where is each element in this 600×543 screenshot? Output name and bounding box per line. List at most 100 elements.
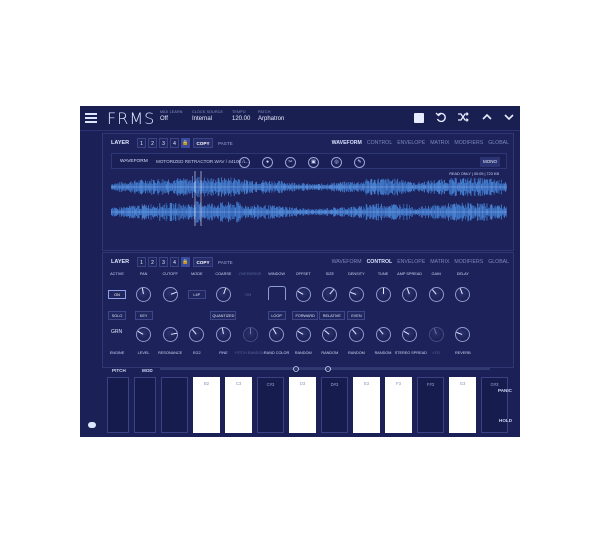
solo-button[interactable]: SOLO bbox=[108, 311, 126, 320]
knob[interactable] bbox=[348, 327, 364, 342]
record-icon[interactable]: ● bbox=[262, 157, 273, 168]
control-label: WINDOW bbox=[268, 272, 285, 276]
midi-learn-field[interactable]: MIDI LEARN Off bbox=[160, 110, 183, 122]
knob[interactable] bbox=[322, 327, 338, 342]
scissors-icon[interactable]: ✂ bbox=[285, 157, 296, 168]
knob[interactable] bbox=[215, 327, 231, 342]
knob[interactable] bbox=[455, 287, 471, 302]
forward-button[interactable]: FORWARD bbox=[292, 311, 319, 320]
relative-button[interactable]: RELATIVE bbox=[318, 311, 345, 320]
piano-key[interactable]: C#3 bbox=[257, 377, 284, 433]
panic-button[interactable]: PANIC bbox=[498, 388, 512, 393]
piano-key[interactable]: C3 bbox=[225, 377, 252, 433]
loop-button[interactable]: LOOP bbox=[267, 311, 286, 320]
chevron-down-icon[interactable] bbox=[502, 111, 516, 125]
paste-button[interactable]: PASTE bbox=[218, 260, 233, 265]
tab-modifiers[interactable]: MODIFIERS bbox=[454, 140, 483, 146]
knob[interactable] bbox=[242, 327, 258, 342]
tab-waveform[interactable]: WAVEFORM bbox=[332, 140, 362, 146]
knob[interactable] bbox=[322, 287, 338, 302]
piano-key[interactable]: F#3 bbox=[417, 377, 444, 433]
layer-3-button[interactable]: 3 bbox=[159, 138, 168, 148]
copy-button[interactable]: COPY bbox=[193, 138, 213, 148]
tab-global[interactable]: GLOBAL bbox=[488, 140, 509, 146]
stop-icon[interactable] bbox=[414, 113, 424, 123]
knob[interactable] bbox=[215, 287, 231, 302]
pitch-wheel[interactable] bbox=[107, 377, 129, 433]
window-shape-icon[interactable] bbox=[267, 286, 286, 300]
layer-2-button[interactable]: 2 bbox=[148, 257, 157, 267]
knob[interactable] bbox=[162, 287, 178, 302]
patch-field[interactable]: PATCH Arphatron bbox=[258, 110, 284, 122]
lock-icon[interactable]: 🔒 bbox=[181, 257, 190, 267]
tab-global[interactable]: GLOBAL bbox=[488, 259, 509, 265]
tab-matrix[interactable]: MATRIX bbox=[430, 140, 449, 146]
mode-button[interactable]: L4P bbox=[187, 290, 206, 299]
knob[interactable] bbox=[162, 327, 178, 342]
knob[interactable] bbox=[189, 327, 205, 342]
even-button[interactable]: EVEN bbox=[347, 311, 366, 320]
knob[interactable] bbox=[136, 327, 152, 342]
paste-button[interactable]: PASTE bbox=[218, 141, 233, 146]
layer-4-button[interactable]: 4 bbox=[170, 257, 179, 267]
mono-button[interactable]: MONO bbox=[480, 157, 500, 167]
waveform-file[interactable]: MOTORIZED RETRACTOR.WAV / 44100 / ... bbox=[156, 159, 249, 164]
piano-key[interactable]: B2 bbox=[193, 377, 220, 433]
tab-waveform[interactable]: WAVEFORM bbox=[332, 259, 362, 265]
knob[interactable] bbox=[269, 327, 285, 342]
knob[interactable] bbox=[375, 327, 391, 342]
knob[interactable] bbox=[375, 287, 391, 302]
globe-icon[interactable]: ◎ bbox=[331, 157, 342, 168]
layer-3-button[interactable]: 3 bbox=[159, 257, 168, 267]
waveform-display[interactable] bbox=[111, 171, 507, 226]
engine-value[interactable]: GRN bbox=[111, 329, 122, 335]
tab-control[interactable]: CONTROL bbox=[367, 140, 392, 146]
layer-1-button[interactable]: 1 bbox=[137, 257, 146, 267]
tab-modifiers[interactable]: MODIFIERS bbox=[454, 259, 483, 265]
mod-slider[interactable] bbox=[160, 364, 490, 374]
tab-control[interactable]: CONTROL bbox=[367, 259, 393, 265]
layer-4-button[interactable]: 4 bbox=[170, 138, 179, 148]
layer-2-button[interactable]: 2 bbox=[148, 138, 157, 148]
knob[interactable] bbox=[428, 327, 444, 342]
knob[interactable] bbox=[136, 287, 152, 302]
knob[interactable] bbox=[402, 327, 418, 342]
knob[interactable] bbox=[428, 287, 444, 302]
undo-icon[interactable] bbox=[434, 111, 448, 125]
knob[interactable] bbox=[295, 327, 311, 342]
tab-envelope[interactable]: ENVELOPE bbox=[397, 259, 425, 265]
hold-button[interactable]: HOLD bbox=[499, 418, 512, 423]
piano-key[interactable]: D#3 bbox=[321, 377, 348, 433]
tab-matrix[interactable]: MATRIX bbox=[430, 259, 449, 265]
knob[interactable] bbox=[295, 287, 311, 302]
piano-key[interactable]: G3 bbox=[449, 377, 476, 433]
trash-icon[interactable]: ▣ bbox=[308, 157, 319, 168]
chevron-up-icon[interactable] bbox=[480, 111, 494, 125]
overdrive-toggle[interactable]: ON bbox=[245, 292, 251, 297]
shuffle-icon[interactable] bbox=[456, 111, 470, 125]
piano-key[interactable]: F3 bbox=[385, 377, 412, 433]
piano-key[interactable] bbox=[161, 377, 188, 433]
clock-source-field[interactable]: CLOCK SOURCE Internal bbox=[192, 110, 223, 122]
edit-icon[interactable]: ✎ bbox=[354, 157, 365, 168]
app-title: FRMS bbox=[107, 109, 156, 128]
lock-icon[interactable]: 🔒 bbox=[181, 138, 190, 148]
piano-key[interactable]: E3 bbox=[353, 377, 380, 433]
control-label: OVERDRIVE bbox=[238, 272, 262, 276]
knob[interactable] bbox=[455, 327, 471, 342]
key-button[interactable]: KEY bbox=[134, 311, 153, 320]
piano-key[interactable]: G#3 bbox=[481, 377, 508, 433]
chat-icon[interactable] bbox=[88, 422, 96, 428]
tab-envelope[interactable]: ENVELOPE bbox=[397, 140, 425, 146]
knob[interactable] bbox=[402, 287, 418, 302]
knob[interactable] bbox=[348, 287, 364, 302]
copy-button[interactable]: COPY bbox=[193, 257, 213, 267]
download-icon[interactable]: ↓ bbox=[239, 157, 250, 168]
quantized-button[interactable]: QUANTIZED bbox=[210, 311, 237, 320]
active-toggle[interactable]: ON bbox=[108, 290, 126, 299]
tempo-field[interactable]: TEMPO 120.00 bbox=[232, 110, 250, 122]
menu-icon[interactable] bbox=[85, 113, 97, 123]
piano-key[interactable]: D3 bbox=[289, 377, 316, 433]
layer-1-button[interactable]: 1 bbox=[137, 138, 146, 148]
mod-wheel[interactable] bbox=[134, 377, 156, 433]
